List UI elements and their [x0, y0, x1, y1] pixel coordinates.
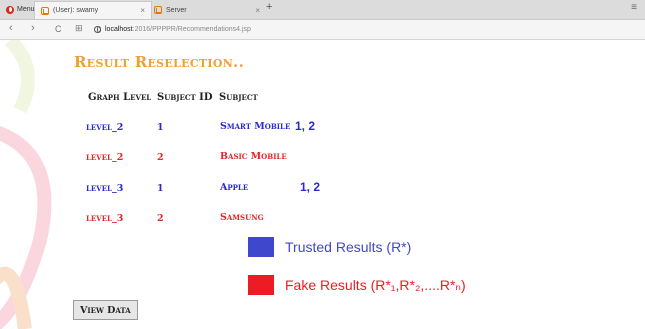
- tab-server[interactable]: Server ×: [148, 1, 266, 19]
- tab-favicon-icon: [41, 6, 49, 15]
- browser-address-bar: ‹ › C ⊞ localhost:2016/PPPPR/Recommendat…: [0, 20, 645, 40]
- legend-swatch-trusted: [248, 237, 274, 257]
- tab-close-icon[interactable]: ×: [255, 6, 260, 15]
- table-cell-level: level_2: [86, 152, 124, 163]
- rank-values: 1, 2: [295, 119, 316, 133]
- tab-menu-icon[interactable]: ≡: [631, 2, 637, 13]
- table-cell-subject: Smart Mobile: [220, 121, 291, 132]
- forward-button[interactable]: ›: [31, 22, 35, 34]
- url-path: :2016/PPPPR/Recommendations4.jsp: [132, 26, 251, 33]
- url-host: localhost: [105, 26, 133, 33]
- reload-button[interactable]: C: [55, 24, 62, 34]
- browser-menu-label: Menu: [17, 6, 35, 13]
- table-cell-level: level_3: [86, 213, 124, 224]
- legend-label-trusted: Trusted Results (R*): [285, 239, 412, 255]
- table-cell-level: level_2: [86, 122, 124, 133]
- tab-title: Server: [166, 6, 187, 14]
- page-content: Result Reselection.. Graph Level Subject…: [0, 40, 645, 329]
- table-cell-subject-id: 1: [157, 183, 164, 194]
- tab-title: (User): swamy: [53, 7, 99, 14]
- table-cell-subject: Basic Mobile: [220, 151, 287, 162]
- opera-logo-icon: [6, 5, 14, 14]
- table-cell-subject-id: 1: [157, 122, 164, 133]
- speed-dial-icon[interactable]: ⊞: [75, 23, 83, 34]
- rank-values: 1, 2: [300, 180, 321, 194]
- table-cell-subject: Apple: [220, 182, 249, 193]
- column-header-graph-level: Graph Level: [88, 92, 152, 103]
- table-cell-subject-id: 2: [157, 213, 164, 224]
- table-cell-level: level_3: [86, 183, 124, 194]
- tab-close-icon[interactable]: ×: [140, 6, 145, 15]
- globe-icon: [94, 26, 101, 33]
- legend-swatch-fake: [248, 275, 274, 295]
- back-button[interactable]: ‹: [9, 22, 13, 34]
- url-field[interactable]: localhost:2016/PPPPR/Recommendations4.js…: [94, 23, 643, 36]
- new-tab-button[interactable]: +: [266, 1, 272, 13]
- legend-label-fake: Fake Results (R*₁,R*₂,....R*ₙ): [285, 277, 466, 293]
- tab-user-swamy[interactable]: (User): swamy ×: [34, 1, 152, 19]
- table-cell-subject: Samsung: [220, 212, 264, 223]
- browser-tab-bar: Menu (User): swamy × Server × + ≡: [0, 0, 645, 20]
- column-header-subject-id: Subject ID: [157, 92, 213, 103]
- page-title: Result Reselection..: [74, 53, 245, 71]
- view-data-button[interactable]: View Data: [73, 300, 138, 320]
- column-header-subject: Subject: [219, 92, 258, 103]
- tab-favicon-icon: [154, 6, 162, 14]
- table-cell-subject-id: 2: [157, 152, 164, 163]
